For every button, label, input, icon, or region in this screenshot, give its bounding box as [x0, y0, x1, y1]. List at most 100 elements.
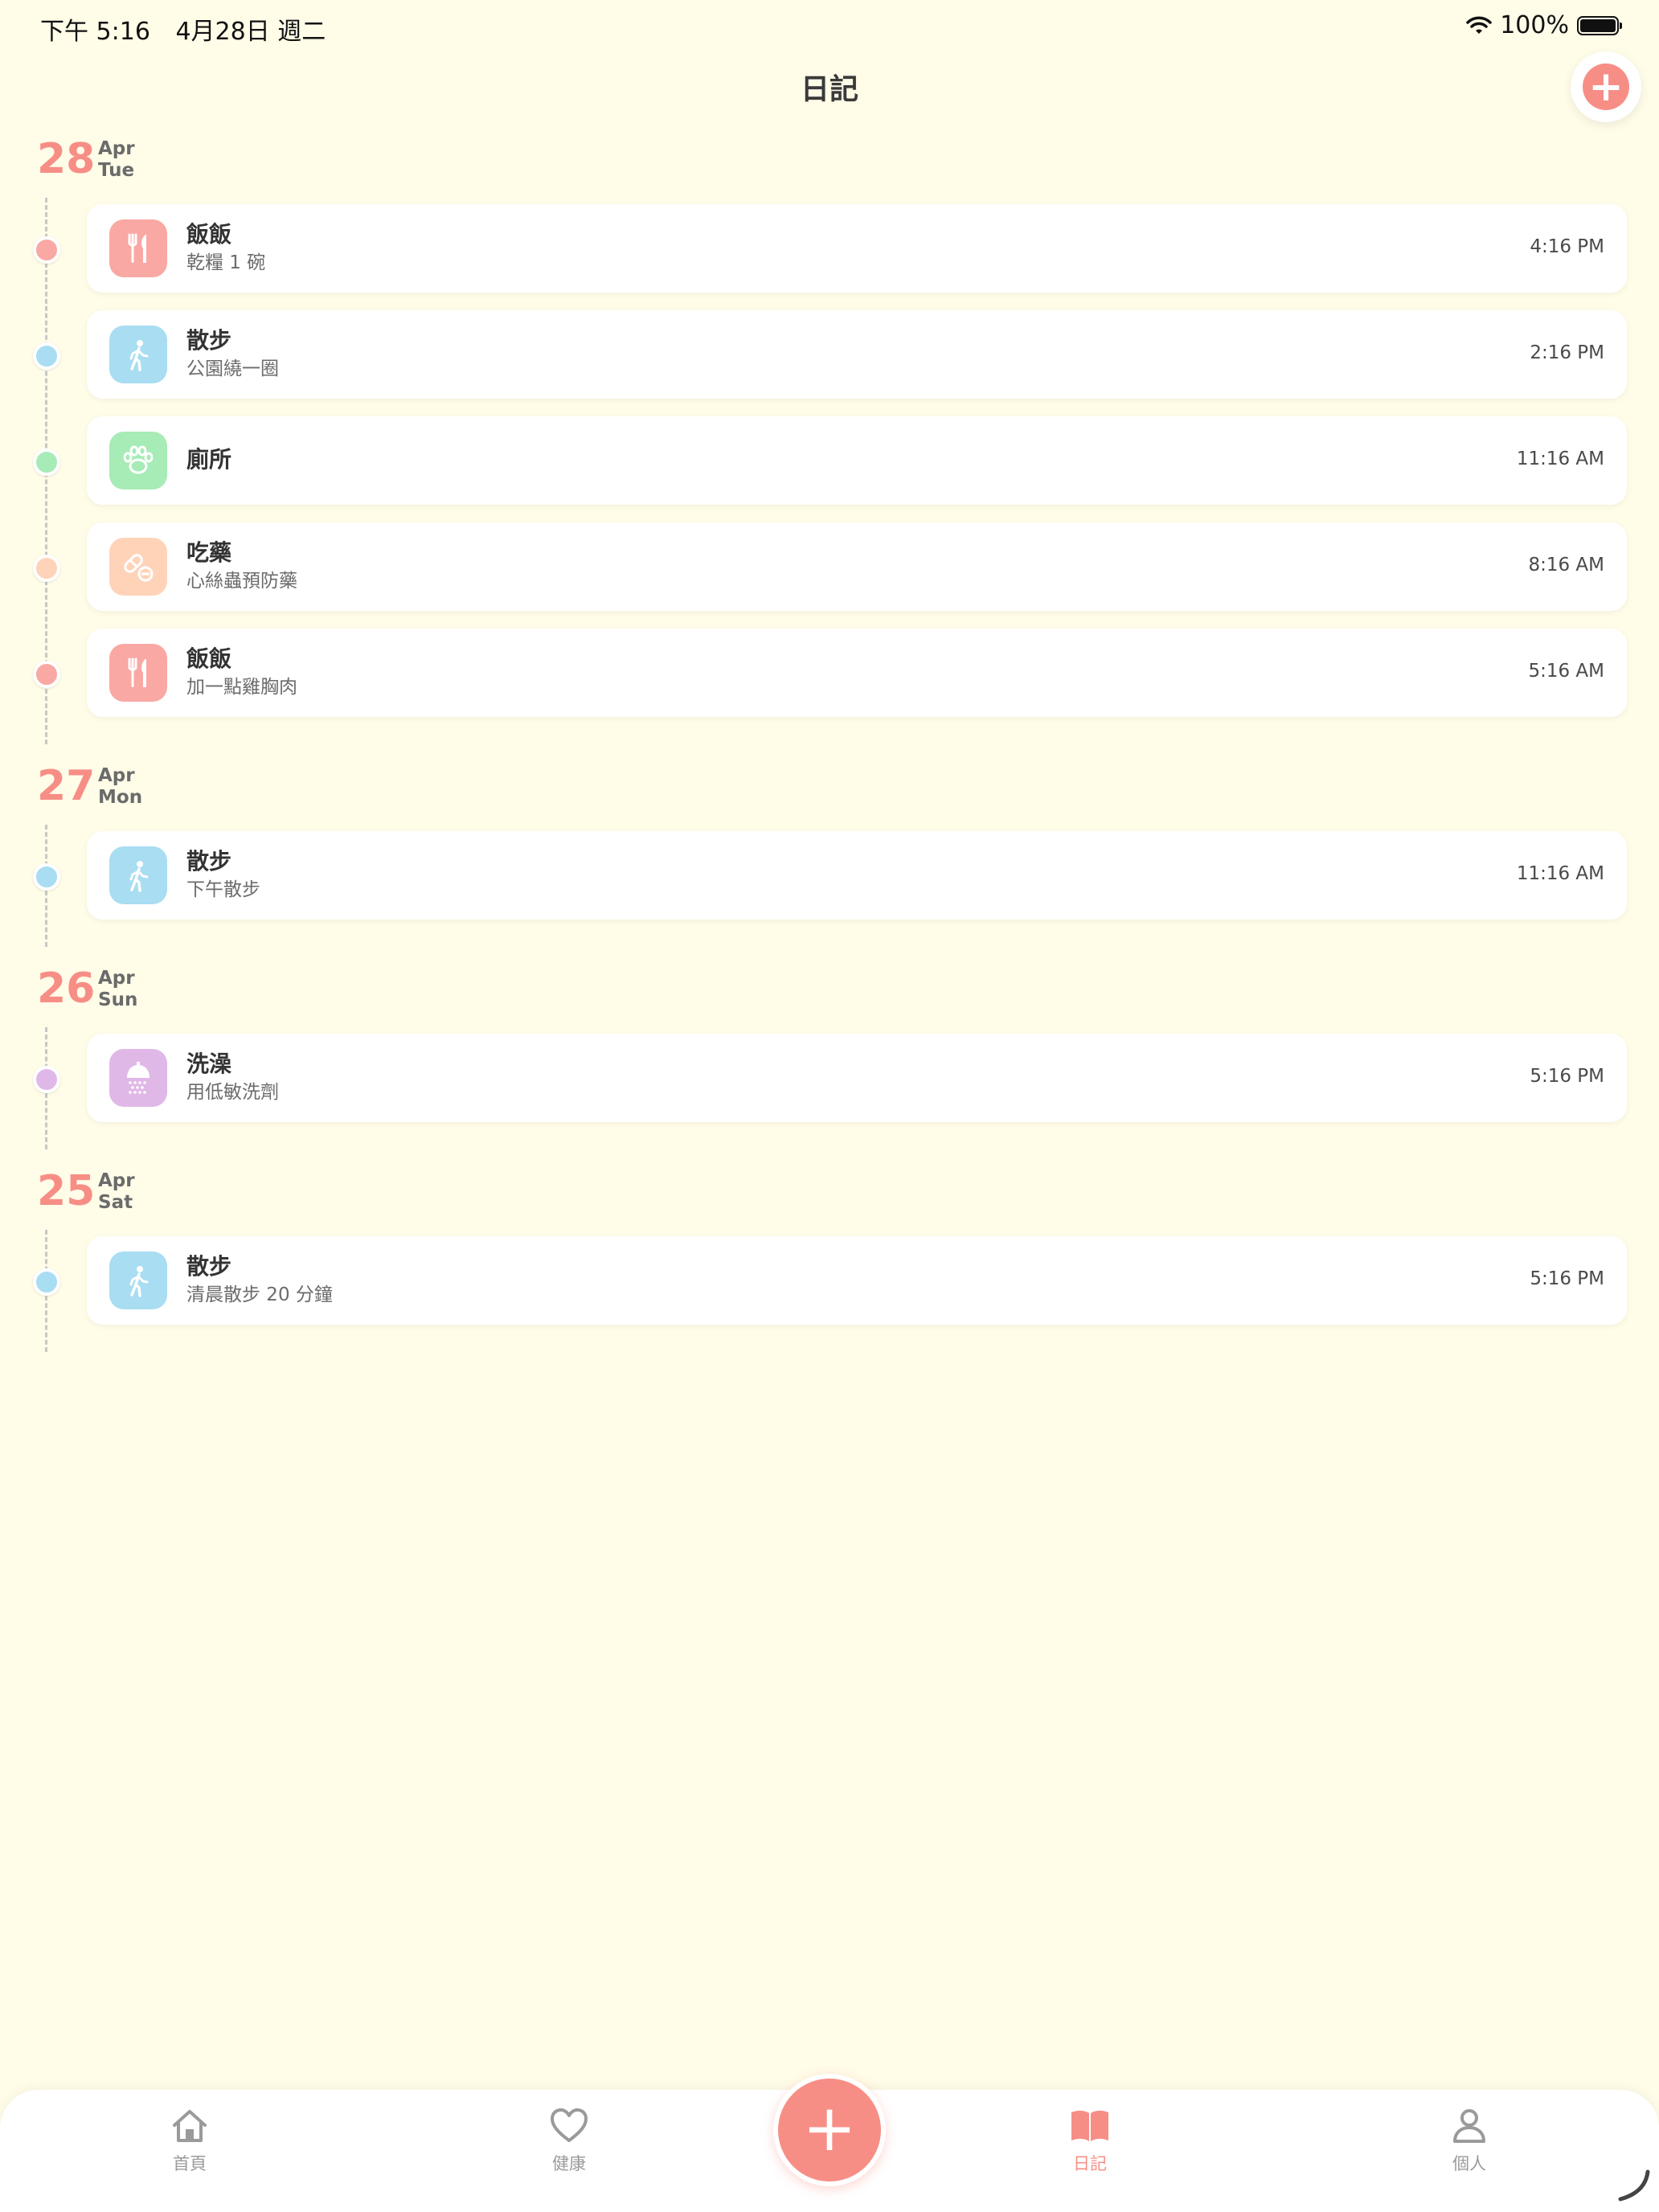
timeline-entry: 飯飯 加一點雞胸肉 5:16 AM: [0, 629, 1659, 735]
date-weekday: Tue: [98, 160, 135, 181]
person-icon: [1453, 2109, 1485, 2143]
timeline-dot: [33, 1066, 60, 1093]
date-day: 28: [37, 135, 96, 183]
home-icon: [173, 2110, 207, 2142]
entry-subtitle: 加一點雞胸肉: [186, 677, 297, 698]
entry-list: 散步清晨散步 20 分鐘 5:16 PM: [0, 1230, 1659, 1352]
day-group: 26 Apr Sun 洗澡 用低敏洗劑 5:16 PM: [0, 965, 1659, 1149]
timeline-dot: [33, 342, 60, 370]
entry-time: 5:16 PM: [1530, 1268, 1604, 1289]
status-time-date: 下午 5:16 4月28日 週二: [40, 11, 326, 47]
entry-text: 飯飯乾糧 1 碗: [186, 220, 265, 276]
date-header: 25 Apr Sat: [37, 1167, 1659, 1230]
timeline-entry: 散步下午散步 11:16 AM: [0, 831, 1659, 937]
plus-icon: +: [802, 2091, 857, 2165]
entry-subtitle: 下午散步: [186, 879, 260, 900]
battery-percent: 100%: [1500, 11, 1569, 39]
entry-title: 飯飯: [186, 221, 232, 248]
date-weekday: Sat: [98, 1192, 133, 1213]
date-weekday: Sun: [98, 989, 138, 1010]
timeline-entry: 飯飯乾糧 1 碗 4:16 PM: [0, 204, 1659, 310]
date-header: 28 Apr Tue: [37, 135, 1659, 198]
battery-icon: [1577, 15, 1622, 35]
status-bar: 下午 5:16 4月28日 週二 100%: [0, 0, 1659, 51]
window-resize-handle[interactable]: [1616, 2167, 1651, 2202]
timeline-entry: 廁所 11:16 AM: [0, 416, 1659, 522]
tab-health-label: 健康: [552, 2154, 586, 2173]
tab-bar: 首頁 健康 + 日記 個人: [0, 2074, 1659, 2212]
entry-list: 飯飯 乾糧 1 碗 4:16 PM 散步 公園繞一圈 2:16 PM 廁所 11:16 AM 吃…: [0, 198, 1659, 744]
entry-card-meal[interactable]: 飯飯乾糧 1 碗 4:16 PM: [87, 204, 1627, 293]
entry-card-medicine[interactable]: 吃藥 心絲蟲預防藥 8:16 AM: [87, 522, 1627, 611]
entry-title: 散步: [186, 848, 232, 875]
entry-text: 散步 公園繞一圈: [186, 326, 279, 383]
book-icon: [1071, 2110, 1108, 2141]
date-header: 26 Apr Sun: [37, 965, 1659, 1027]
entry-title: 洗澡: [186, 1051, 232, 1077]
entry-subtitle: 用低敏洗劑: [186, 1082, 279, 1103]
entry-title: 散步: [186, 327, 232, 354]
timeline-entry: 散步清晨散步 20 分鐘 5:16 PM: [0, 1236, 1659, 1342]
entry-subtitle: 公園繞一圈: [186, 358, 279, 379]
entry-text: 洗澡 用低敏洗劑: [186, 1050, 279, 1106]
entry-card-walk[interactable]: 散步公園繞一圈 2:16 PM: [87, 310, 1627, 399]
page-title: 日記: [800, 73, 858, 106]
timeline-entry: 散步公園繞一圈 2:16 PM: [0, 310, 1659, 416]
date-header: 27 Apr Mon: [37, 762, 1659, 825]
entry-list: 散步下午散步 11:16 AM: [0, 825, 1659, 947]
entry-card-walk[interactable]: 散步清晨散步 20 分鐘 5:16 PM: [87, 1236, 1627, 1325]
status-date: 4月28日 週二: [175, 18, 326, 46]
timeline-dot: [33, 555, 60, 582]
entry-card-meal[interactable]: 飯飯 加一點雞胸肉 5:16 AM: [87, 629, 1627, 717]
date-month: Apr: [98, 1170, 135, 1191]
plus-icon: +: [1583, 63, 1629, 110]
tab-health[interactable]: 健康: [489, 2104, 649, 2175]
tab-diary-label: 日記: [1073, 2154, 1107, 2173]
day-group: 28 Apr Tue 飯飯乾糧 1 碗 4:16 PM 散步公園繞一圈 2:16 PM 廁所 1…: [0, 135, 1659, 744]
entry-title: 散步: [186, 1253, 232, 1280]
timeline-dot: [33, 863, 60, 891]
add-entry-button[interactable]: +: [1571, 51, 1641, 122]
wifi-icon: [1466, 16, 1492, 34]
entry-time: 8:16 AM: [1528, 555, 1604, 576]
tab-home[interactable]: 首頁: [109, 2104, 270, 2175]
status-time: 下午 5:16: [40, 18, 150, 46]
day-group: 25 Apr Sat 散步清晨散步 20 分鐘 5:16 PM: [0, 1167, 1659, 1352]
entry-card-walk[interactable]: 散步下午散步 11:16 AM: [87, 831, 1627, 920]
status-indicators: 100%: [1466, 11, 1622, 39]
entry-subtitle: 清晨散步 20 分鐘: [186, 1284, 333, 1305]
timeline-dot: [33, 449, 60, 476]
timeline-entry: 吃藥 心絲蟲預防藥 8:16 AM: [0, 522, 1659, 629]
walking-icon: [109, 326, 167, 383]
entry-text: 飯飯 加一點雞胸肉: [186, 645, 297, 701]
heart-icon: [551, 2108, 588, 2142]
entry-time: 2:16 PM: [1530, 342, 1604, 363]
date-day: 26: [37, 965, 96, 1013]
pill-icon: [109, 538, 167, 596]
battery-level: [1580, 18, 1616, 32]
walking-icon: [109, 846, 167, 904]
center-add-button[interactable]: +: [773, 2074, 886, 2186]
date-meta: Apr Sat: [98, 1170, 135, 1214]
entry-time: 11:16 AM: [1516, 449, 1604, 469]
walking-icon: [109, 1251, 167, 1309]
day-group: 27 Apr Mon 散步下午散步 11:16 AM: [0, 762, 1659, 947]
date-month: Apr: [98, 968, 135, 989]
paw-icon: [109, 432, 167, 490]
tab-profile[interactable]: 個人: [1389, 2104, 1550, 2175]
utensils-icon: [109, 644, 167, 702]
entry-card-bath[interactable]: 洗澡 用低敏洗劑 5:16 PM: [87, 1034, 1627, 1122]
diary-timeline: 28 Apr Tue 飯飯 乾糧 1 碗 4:16 PM 散步 公園繞一圈 2:16 PM 廁所 1…: [0, 135, 1659, 1370]
date-month: Apr: [98, 765, 135, 786]
tab-diary[interactable]: 日記: [1010, 2104, 1170, 2175]
entry-time: 11:16 AM: [1516, 863, 1604, 884]
timeline-dot: [33, 661, 60, 688]
entry-time: 5:16 AM: [1528, 661, 1604, 682]
entry-time: 4:16 PM: [1530, 236, 1604, 257]
entry-subtitle: 乾糧 1 碗: [186, 252, 266, 273]
entry-card-toilet[interactable]: 廁所 11:16 AM: [87, 416, 1627, 505]
entry-subtitle: 心絲蟲預防藥: [186, 571, 297, 592]
entry-list: 洗澡 用低敏洗劑 5:16 PM: [0, 1027, 1659, 1149]
tab-home-label: 首頁: [173, 2154, 207, 2173]
entry-text: 廁所: [186, 432, 231, 474]
